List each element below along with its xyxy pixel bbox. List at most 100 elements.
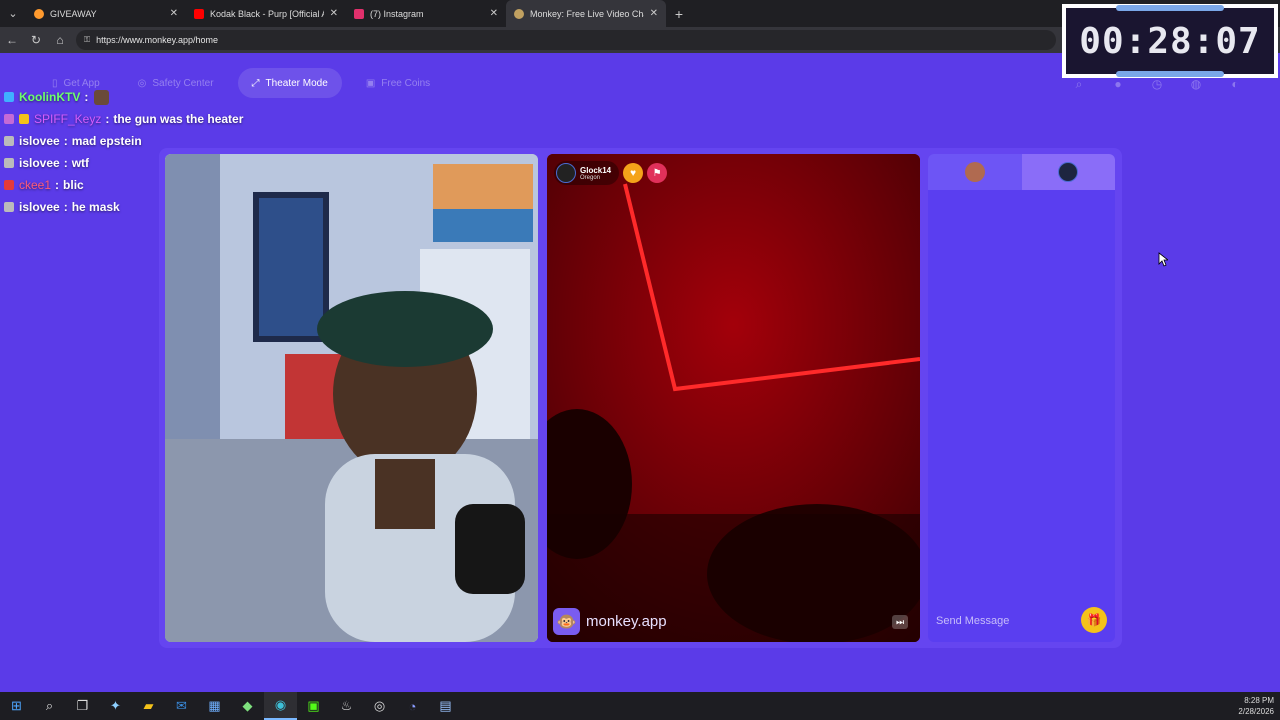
- badge-icon: [4, 158, 14, 168]
- partner-room-image: [547, 154, 920, 642]
- chat-panel-tabs: [928, 154, 1115, 190]
- home-icon[interactable]: ⌂: [48, 27, 72, 53]
- streamer-room-image: [165, 154, 538, 642]
- mouse-cursor-icon: [1158, 252, 1168, 267]
- tab-title: Kodak Black - Purp [Official Audio]: [210, 8, 324, 19]
- partner-avatar: [1058, 162, 1079, 182]
- partner-card[interactable]: Glock14 Oregon: [554, 161, 620, 185]
- free-coins-button[interactable]: ▣ Free Coins: [352, 68, 444, 98]
- tab-monkey[interactable]: Monkey: Free Live Video Chat ✕: [506, 0, 666, 27]
- report-icon[interactable]: ⚑: [647, 163, 668, 183]
- local-camera-video: [165, 154, 538, 642]
- partner-avatar: [556, 163, 576, 183]
- chat-separator: :: [105, 112, 110, 126]
- close-tab-icon[interactable]: ✕: [170, 8, 178, 19]
- youtube-icon: [194, 8, 204, 19]
- chat-username: islovee: [19, 200, 60, 214]
- notepad-icon[interactable]: ▤: [429, 692, 462, 720]
- chat-separator: :: [63, 156, 68, 170]
- store-icon[interactable]: ▦: [198, 692, 231, 720]
- taskbar: ⊞ ⌕ ❐ ✦ ▰ ✉ ▦ ◆ ◉ ▣ ♨ ◎ ◔ ▤ 8:28 PM 2/28…: [0, 692, 1280, 720]
- discord-icon[interactable]: ◔: [396, 692, 429, 720]
- close-tab-icon[interactable]: ✕: [490, 8, 498, 19]
- new-tab-plus-icon[interactable]: +: [666, 6, 692, 22]
- site-info-icon[interactable]: ⚿: [84, 35, 90, 45]
- monkey-watermark: 🐵 monkey.app: [553, 608, 667, 635]
- coins-icon: ▣: [365, 77, 376, 89]
- clock-date: 2/28/2026: [1238, 707, 1274, 716]
- app-icon[interactable]: ◆: [231, 692, 264, 720]
- tab-list-chevron-icon[interactable]: ⌄: [0, 0, 26, 27]
- chat-username: islovee: [19, 156, 60, 170]
- tab-youtube[interactable]: Kodak Black - Purp [Official Audio] ✕: [186, 0, 346, 27]
- chat-username: SPIFF_Keyz: [34, 112, 102, 126]
- badge-icon: [4, 180, 14, 190]
- reload-icon[interactable]: ↻: [24, 27, 48, 53]
- send-message-row: 🎁: [928, 600, 1115, 642]
- badge-icon: [4, 92, 14, 102]
- streaming-app-icon[interactable]: ▣: [297, 692, 330, 720]
- chat-separator: :: [55, 178, 60, 192]
- tab-giveaway[interactable]: GIVEAWAY ✕: [26, 0, 186, 27]
- chat-panel: 🎁: [928, 154, 1115, 642]
- free-coins-label: Free Coins: [381, 77, 431, 89]
- partner-info: Glock14 Oregon ♥ ⚑: [554, 160, 668, 186]
- gift-icon[interactable]: 🎁: [1081, 607, 1107, 633]
- instagram-icon: [354, 8, 364, 19]
- close-tab-icon[interactable]: ✕: [650, 8, 658, 19]
- timer-display: 00:28:07: [1066, 5, 1274, 77]
- monkey-favicon-icon: [514, 8, 524, 19]
- partner-name: Glock14: [580, 165, 612, 175]
- tab-local-user[interactable]: [928, 154, 1022, 190]
- close-tab-icon[interactable]: ✕: [330, 8, 338, 19]
- badge-icon: [19, 114, 29, 124]
- badge-icon: [4, 114, 14, 124]
- stream-timer: 00:28:07: [1062, 4, 1278, 78]
- clock-time: 8:28 PM: [1244, 696, 1274, 705]
- chat-separator: :: [84, 90, 89, 104]
- chat-username: ckee1: [19, 178, 52, 192]
- chat-username: KoolinKTV: [19, 90, 81, 104]
- tab-title: (7) Instagram: [370, 8, 424, 19]
- emote-icon: [94, 89, 110, 105]
- tab-favicon-icon: [34, 8, 44, 19]
- chat-message: SPIFF_Keyz : the gun was the heater: [4, 108, 274, 130]
- chat-text: he mask: [71, 200, 120, 214]
- file-explorer-icon[interactable]: ▰: [132, 692, 165, 720]
- monkey-logo-icon: 🐵: [553, 608, 580, 635]
- chat-message: KoolinKTV :: [4, 86, 274, 108]
- copilot-icon[interactable]: ✦: [99, 692, 132, 720]
- chat-text: blic: [63, 178, 84, 192]
- chat-separator: :: [63, 200, 68, 214]
- url-field[interactable]: ⚿ https://www.monkey.app/home: [76, 30, 1056, 50]
- badge-icon: [4, 136, 14, 146]
- obs-icon[interactable]: ◎: [363, 692, 396, 720]
- chat-username: islovee: [19, 134, 60, 148]
- brand-text: monkey.app: [586, 613, 667, 630]
- chat-text: wtf: [71, 156, 90, 170]
- tab-partner[interactable]: [1021, 154, 1115, 190]
- chat-text: the gun was the heater: [113, 112, 244, 126]
- windows-start-icon[interactable]: ⊞: [0, 692, 33, 720]
- back-arrow-icon[interactable]: ←: [0, 27, 24, 53]
- chat-text: mad epstein: [71, 134, 142, 148]
- system-clock[interactable]: 8:28 PM 2/28/2026: [1238, 695, 1274, 717]
- partner-location: Oregon: [580, 174, 601, 181]
- user-avatar: [964, 162, 985, 182]
- url-text: https://www.monkey.app/home: [96, 35, 218, 45]
- tab-title: GIVEAWAY: [50, 8, 97, 19]
- tab-title: Monkey: Free Live Video Chat: [530, 8, 644, 19]
- send-message-input[interactable]: [936, 615, 1076, 627]
- steam-icon[interactable]: ♨: [330, 692, 363, 720]
- badge-icon: [4, 202, 14, 212]
- skip-next-icon[interactable]: ⏭: [892, 615, 908, 629]
- edge-browser-icon[interactable]: ◉: [264, 692, 297, 720]
- tab-instagram[interactable]: (7) Instagram ✕: [346, 0, 506, 27]
- chat-separator: :: [63, 134, 68, 148]
- theater-mode-label: Theater Mode: [265, 77, 328, 89]
- search-icon[interactable]: ⌕: [33, 692, 66, 720]
- remote-camera-video: [547, 154, 920, 642]
- task-view-icon[interactable]: ❐: [66, 692, 99, 720]
- like-heart-icon[interactable]: ♥: [623, 163, 644, 183]
- outlook-icon[interactable]: ✉: [165, 692, 198, 720]
